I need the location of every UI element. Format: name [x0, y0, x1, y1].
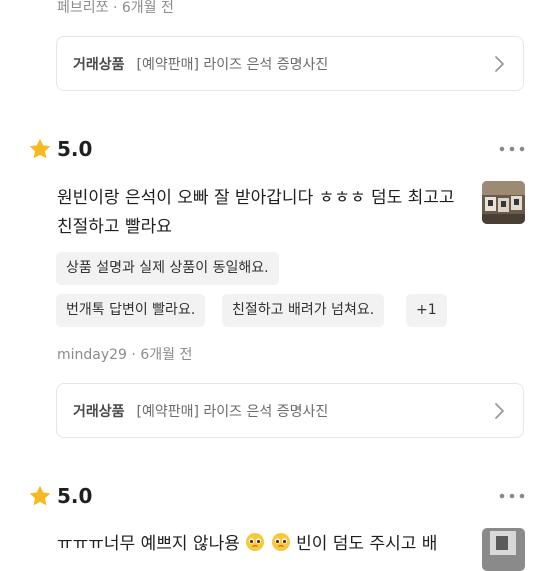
- rating-score: 5.0: [57, 137, 93, 161]
- review-text: 원빈이랑 은석이 오빠 잘 받아갑니다 ㅎㅎㅎ 덤도 최고고 친절하고 빨라요: [57, 188, 455, 237]
- photo-thumbnail: [482, 181, 525, 224]
- review-text-part: 빈이 덤도 주시고 배: [296, 534, 438, 554]
- more-options-icon[interactable]: [499, 493, 525, 499]
- review-text-part: ㅠㅠㅠ너무 예쁘지 않나용: [57, 534, 240, 554]
- chevron-right-icon: [495, 56, 504, 72]
- tag-chip: 친절하고 배려가 넘쳐요.: [222, 294, 385, 327]
- meta-separator: ·: [112, 0, 122, 16]
- product-label: 거래상품: [73, 403, 125, 420]
- more-tags-button[interactable]: +1: [406, 294, 447, 327]
- product-name: [예약판매] 라이즈 은석 증명사진: [136, 56, 329, 73]
- rating-row: 5.0: [28, 137, 92, 161]
- pleading-face-icon: [271, 533, 290, 551]
- pleading-face-icon: [246, 533, 265, 551]
- tag-chip: 번개톡 답변이 빨라요.: [56, 294, 206, 327]
- review-meta: minday29 · 6개월 전: [57, 344, 192, 364]
- review-author[interactable]: minday29: [57, 347, 127, 363]
- product-name: [예약판매] 라이즈 은석 증명사진: [136, 403, 329, 420]
- review-photo[interactable]: [482, 528, 525, 571]
- product-label: 거래상품: [73, 56, 125, 73]
- review-author[interactable]: 페브리쪼: [57, 0, 109, 16]
- review-age: 6개월 전: [140, 347, 193, 363]
- more-options-icon[interactable]: [499, 146, 525, 152]
- photo-thumbnail: [482, 528, 525, 571]
- review-age: 6개월 전: [121, 0, 174, 16]
- product-card[interactable]: 거래상품 [예약판매] 라이즈 은석 증명사진: [56, 36, 524, 91]
- product-card[interactable]: 거래상품 [예약판매] 라이즈 은석 증명사진: [56, 383, 524, 438]
- review-meta: 페브리쪼 · 6개월 전: [57, 0, 174, 17]
- tag-chip: 상품 설명과 실제 상품이 동일해요.: [56, 252, 279, 285]
- meta-separator: ·: [131, 347, 141, 363]
- review-photo[interactable]: [482, 181, 525, 224]
- chevron-right-icon: [495, 403, 504, 419]
- rating-score: 5.0: [57, 484, 93, 508]
- star-icon: [29, 485, 51, 506]
- star-icon: [29, 138, 51, 159]
- rating-row: 5.0: [28, 484, 92, 508]
